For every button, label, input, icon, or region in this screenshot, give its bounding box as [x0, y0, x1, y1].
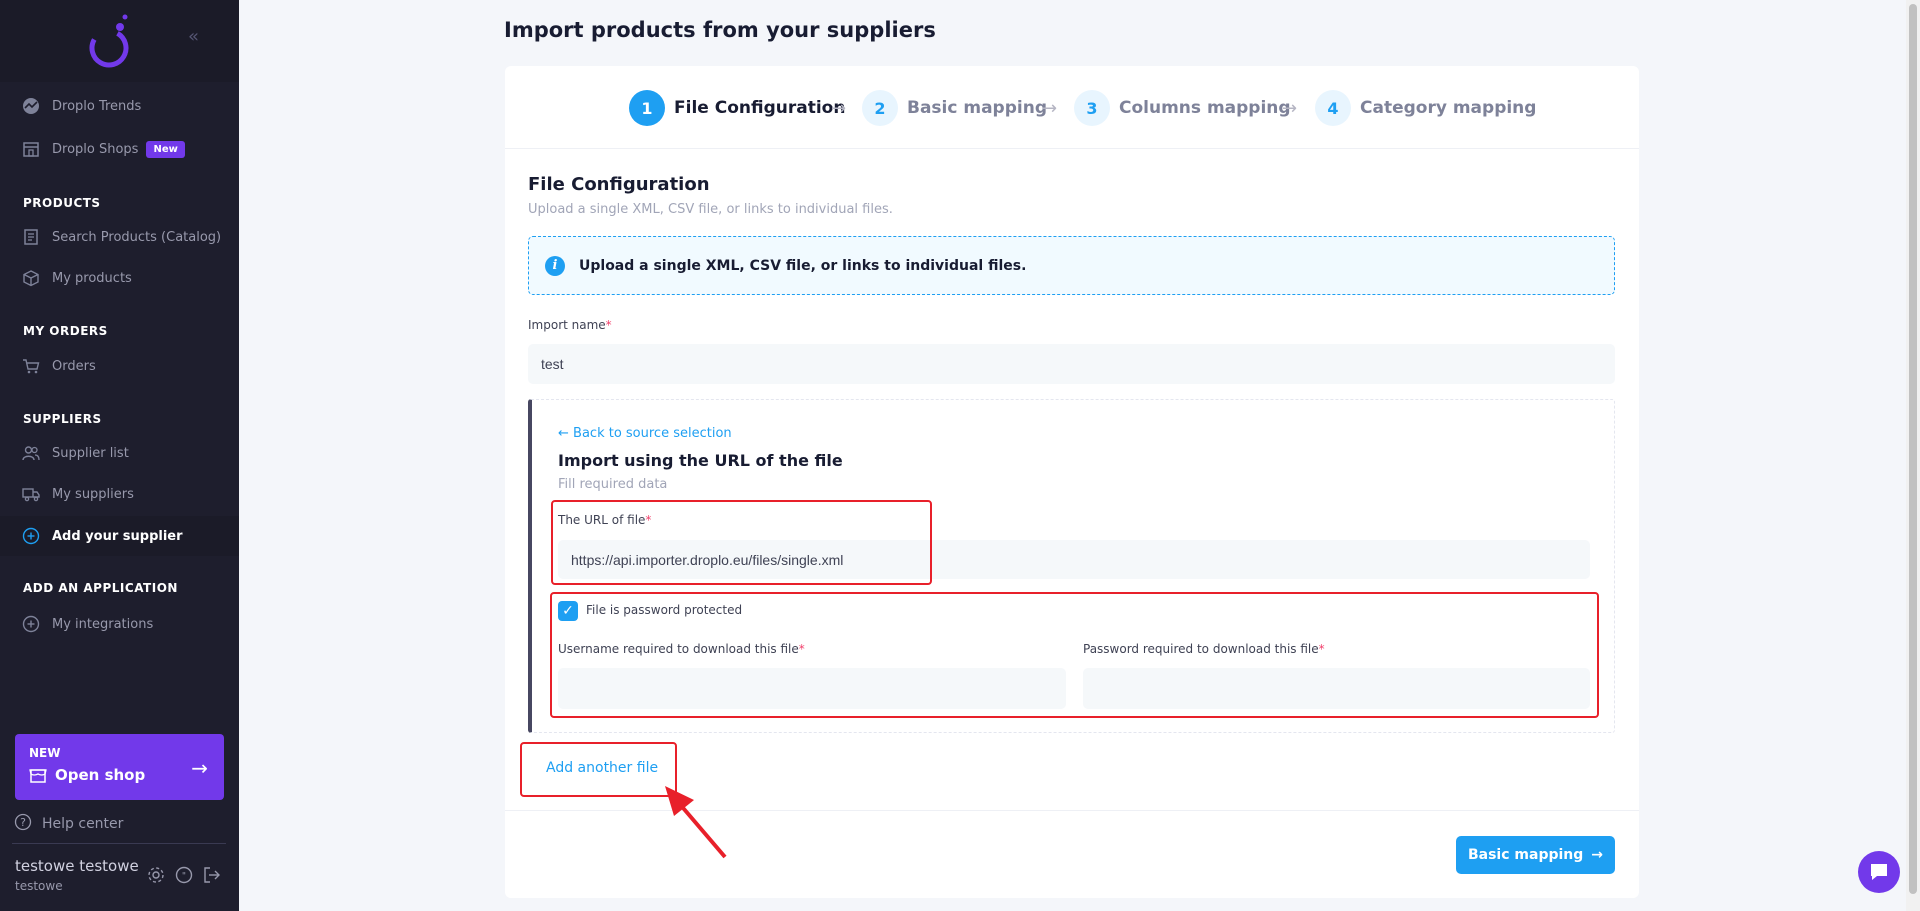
plus-circle-icon — [22, 615, 40, 633]
section-title: File Configuration — [528, 174, 710, 195]
step-label: Columns mapping — [1119, 98, 1291, 118]
page-title: Import products from your suppliers — [504, 18, 936, 42]
sidebar-item-add-your-supplier[interactable]: Add your supplier — [0, 516, 239, 556]
plus-circle-icon — [22, 527, 40, 545]
sidebar-item-my-integrations[interactable]: My integrations — [0, 604, 239, 644]
sidebar-item-label: Add your supplier — [52, 528, 183, 544]
import-name-label: Import name* — [528, 318, 612, 332]
basic-mapping-next-button[interactable]: Basic mapping → — [1456, 836, 1615, 874]
section-suppliers: SUPPLIERS — [23, 412, 102, 426]
annotation-arrow — [665, 786, 727, 859]
annotation-add-file-highlight — [520, 742, 677, 797]
logout-icon[interactable] — [203, 866, 221, 888]
next-button-label: Basic mapping — [1467, 847, 1584, 863]
sidebar-item-label: My integrations — [52, 616, 154, 632]
svg-text:?: ? — [20, 816, 26, 829]
step-columns-mapping[interactable]: 3 Columns mapping — [1074, 90, 1291, 126]
sidebar-item-my-suppliers[interactable]: My suppliers — [0, 474, 239, 514]
step-label: Category mapping — [1360, 98, 1537, 118]
sidebar-item-label: My suppliers — [52, 486, 134, 502]
sidebar-item-label: Droplo Trends — [52, 98, 142, 114]
wizard-stepper: 1 File Configuration → 2 Basic mapping →… — [505, 66, 1639, 149]
step-basic-mapping[interactable]: 2 Basic mapping — [862, 90, 1047, 126]
sidebar-item-label: Supplier list — [52, 445, 129, 461]
cart-icon — [22, 357, 40, 375]
scrollbar-thumb[interactable] — [1909, 4, 1917, 894]
open-shop-tag: NEW — [29, 746, 61, 760]
settings-gear-icon[interactable] — [147, 866, 165, 888]
url-panel-subtitle: Fill required data — [558, 477, 668, 492]
arrow-right-icon: → — [1282, 98, 1298, 119]
page-scrollbar[interactable] — [1906, 0, 1920, 911]
chat-widget-button[interactable] — [1858, 851, 1900, 893]
user-actions: " — [147, 866, 221, 888]
box-icon — [22, 269, 40, 287]
chat-bubble-icon[interactable]: " — [175, 866, 193, 888]
url-panel-title: Import using the URL of the file — [558, 451, 843, 470]
arrow-right-icon: → — [1591, 847, 1604, 863]
sidebar-item-label: Search Products (Catalog) — [52, 229, 222, 245]
sidebar-item-label: Droplo Shops — [52, 141, 139, 157]
step-number: 2 — [862, 90, 898, 126]
sidebar: « Droplo Trends Droplo Shops New PRODUCT… — [0, 0, 239, 911]
trend-icon — [22, 97, 40, 115]
collapse-sidebar-icon[interactable]: « — [188, 28, 206, 46]
open-shop-label-row: Open shop — [29, 766, 210, 784]
section-my-orders: MY ORDERS — [23, 324, 108, 338]
truck-icon — [22, 485, 40, 503]
sidebar-item-droplo-trends[interactable]: Droplo Trends — [0, 86, 239, 126]
step-file-configuration[interactable]: 1 File Configuration — [629, 90, 845, 126]
help-center-link[interactable]: ? Help center — [14, 813, 123, 835]
open-shop-card[interactable]: NEW Open shop → — [15, 734, 224, 800]
sidebar-item-search-products[interactable]: Search Products (Catalog) — [0, 217, 239, 257]
user-name: testowe testowe — [15, 857, 139, 875]
step-number: 4 — [1315, 90, 1351, 126]
sidebar-item-supplier-list[interactable]: Supplier list — [0, 433, 239, 473]
step-category-mapping[interactable]: 4 Category mapping — [1315, 90, 1536, 126]
info-icon: i — [545, 255, 565, 276]
arrow-right-icon: → — [191, 756, 208, 780]
help-center-label: Help center — [42, 816, 124, 832]
sidebar-header: « — [0, 0, 239, 82]
chat-icon — [1871, 864, 1887, 880]
step-number: 3 — [1074, 90, 1110, 126]
sidebar-item-label: Orders — [52, 358, 96, 374]
back-to-source-link[interactable]: ← Back to source selection — [558, 426, 732, 441]
annotation-url-highlight — [551, 500, 932, 585]
sidebar-item-orders[interactable]: Orders — [0, 346, 239, 386]
sidebar-item-my-products[interactable]: My products — [0, 258, 239, 298]
step-label: File Configuration — [674, 98, 846, 118]
step-number: 1 — [629, 90, 665, 126]
droplo-logo[interactable] — [86, 12, 132, 70]
section-subtitle: Upload a single XML, CSV file, or links … — [528, 202, 893, 217]
arrow-right-icon: → — [831, 98, 847, 119]
catalog-icon — [22, 228, 40, 246]
new-badge: New — [146, 140, 185, 158]
store-icon — [29, 769, 47, 783]
annotation-password-highlight — [550, 592, 1599, 718]
info-text: Upload a single XML, CSV file, or links … — [579, 257, 1027, 274]
open-shop-label: Open shop — [55, 766, 146, 784]
shop-icon — [22, 140, 40, 158]
sidebar-item-label: My products — [52, 270, 132, 286]
section-products: PRODUCTS — [23, 196, 101, 210]
user-subtitle: testowe — [15, 879, 63, 893]
step-label: Basic mapping — [907, 98, 1047, 118]
help-circle-icon: ? — [14, 813, 32, 835]
sidebar-item-droplo-shops[interactable]: Droplo Shops New — [0, 129, 239, 169]
import-name-input[interactable] — [528, 344, 1615, 384]
section-add-application: ADD AN APPLICATION — [23, 581, 178, 595]
arrow-left-icon: ← — [558, 426, 574, 441]
sidebar-divider — [12, 843, 226, 844]
info-notice: i Upload a single XML, CSV file, or link… — [528, 236, 1615, 295]
users-icon — [22, 444, 40, 462]
svg-text:": " — [182, 872, 186, 882]
arrow-right-icon: → — [1042, 98, 1058, 119]
